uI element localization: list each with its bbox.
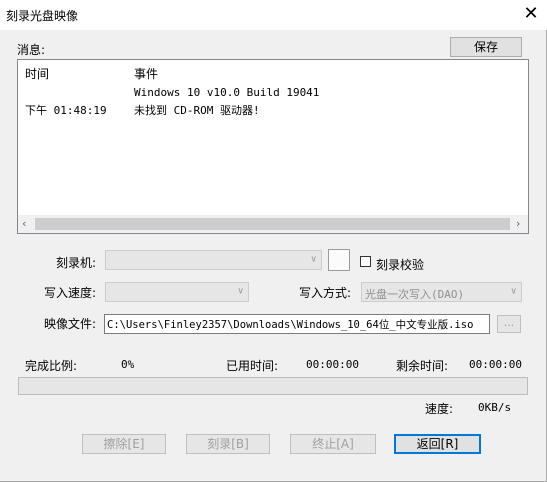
message-log[interactable]: 时间 事件 Windows 10 v10.0 Build 19041 下午 01… [17,59,529,234]
write-speed-label: 写入速度: [44,286,97,300]
column-header-time: 时间 [25,67,50,81]
elapsed-value: 00:00:00 [306,358,359,371]
back-button[interactable]: 返回[R] [394,434,481,454]
log-row-event: Windows 10 v10.0 Build 19041 [134,86,320,99]
completion-label: 完成比例: [25,359,78,373]
verify-label: 刻录校验 [376,258,425,272]
image-path-value: C:\Users\Finley2357\Downloads\Windows_10… [107,319,474,331]
log-row-time: 下午 01:48:19 [25,104,107,117]
remaining-label: 剩余时间: [396,359,449,373]
write-mode-select[interactable]: 光盘一次写入(DAO) ∨ [361,282,522,302]
scroll-right-icon[interactable]: › [516,217,520,230]
speed-value: 0KB/s [478,401,512,414]
chevron-down-icon: ∨ [310,254,317,265]
elapsed-label: 已用时间: [226,359,279,373]
horizontal-scrollbar[interactable]: ‹ › [18,215,528,233]
messages-label: 消息: [17,43,46,57]
scroll-left-icon[interactable]: ‹ [22,217,26,230]
save-button[interactable]: 保存 [450,37,522,57]
burner-properties-button[interactable] [328,249,350,271]
chevron-down-icon: ∨ [510,286,517,297]
close-icon[interactable]: ✕ [518,2,544,26]
write-speed-select[interactable]: ∨ [105,282,249,302]
remaining-value: 00:00:00 [469,358,522,371]
window-title: 刻录光盘映像 [6,9,79,23]
write-mode-value: 光盘一次写入(DAO) [365,288,465,301]
stop-button[interactable]: 终止[A] [290,434,376,454]
write-mode-label: 写入方式: [299,286,352,300]
burner-select[interactable]: ∨ [105,250,322,270]
log-row-event: 未找到 CD-ROM 驱动器! [134,104,260,117]
chevron-down-icon: ∨ [237,286,244,297]
progress-bar [18,377,528,395]
column-header-event: 事件 [134,67,159,81]
title-bar [0,0,547,30]
speed-label: 速度: [425,402,454,416]
erase-button[interactable]: 擦除[E] [82,434,166,454]
burn-button[interactable]: 刻录[B] [186,434,270,454]
image-path-input[interactable]: C:\Users\Finley2357\Downloads\Windows_10… [104,314,490,334]
image-file-label: 映像文件: [44,317,97,331]
burner-label: 刻录机: [56,256,97,270]
verify-checkbox[interactable] [360,256,371,267]
completion-value: 0% [121,358,135,371]
scrollbar-thumb[interactable] [35,218,510,230]
browse-button[interactable]: ... [497,315,521,333]
